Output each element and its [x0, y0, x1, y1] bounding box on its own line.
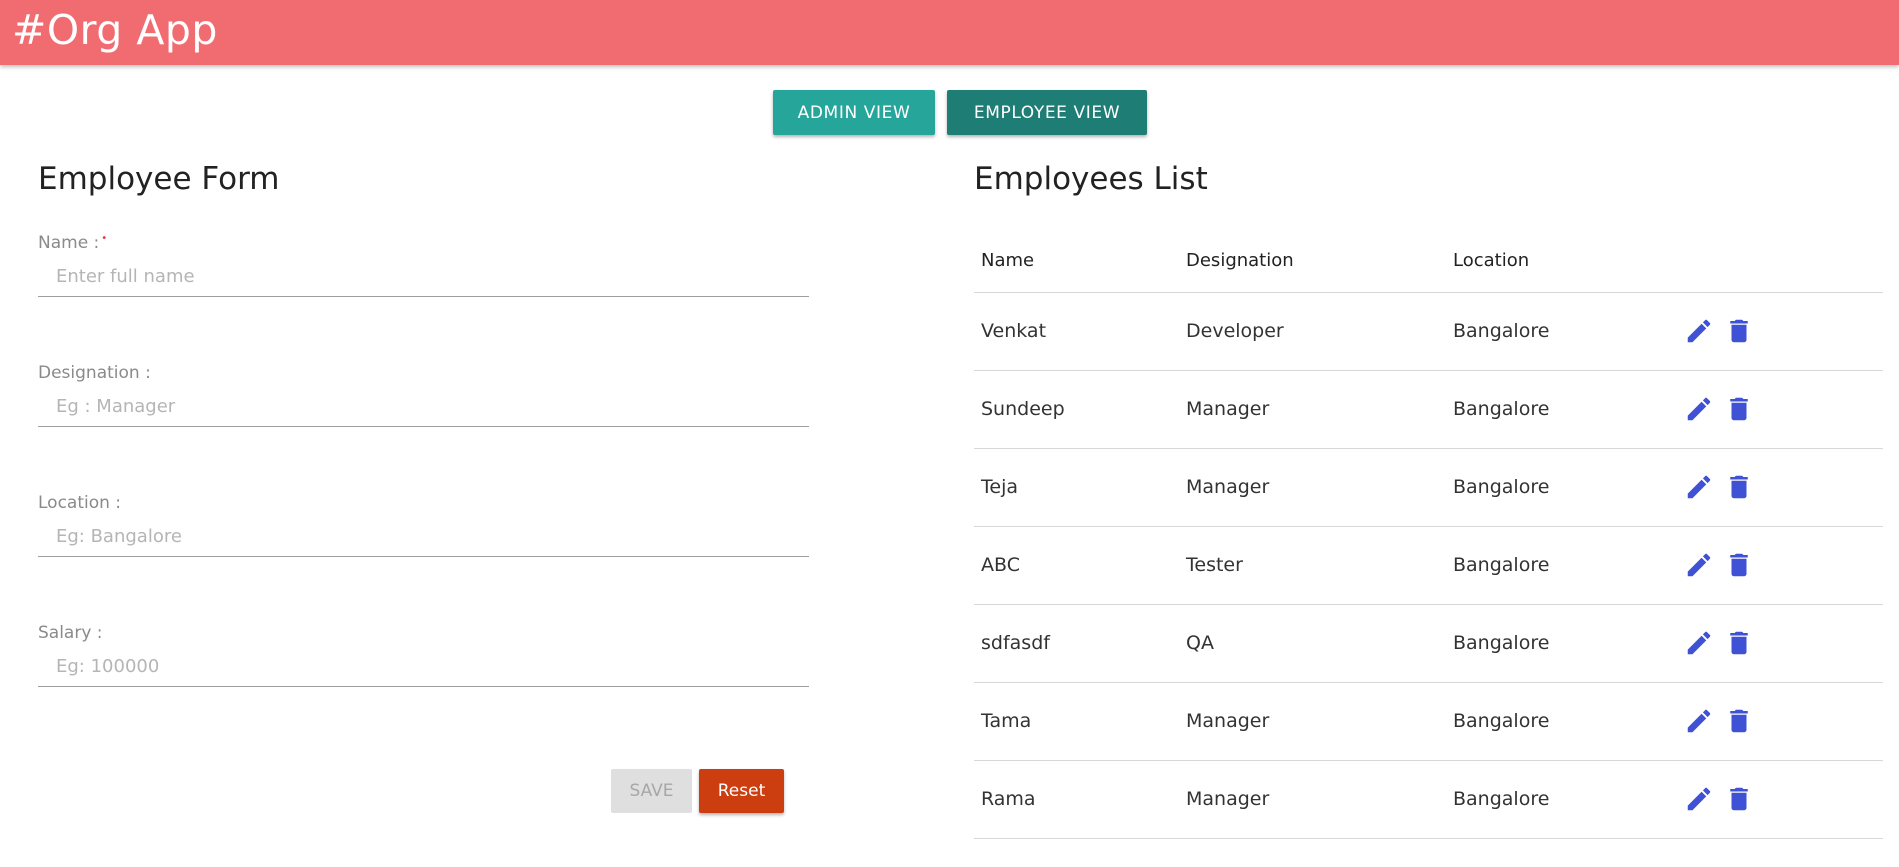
- cell-actions: [1684, 682, 1883, 761]
- delete-icon[interactable]: [1724, 472, 1754, 502]
- admin-view-button[interactable]: ADMIN VIEW: [773, 90, 935, 135]
- cell-name: Rama: [974, 760, 1179, 839]
- cell-designation: QA: [1179, 604, 1446, 683]
- delete-icon[interactable]: [1724, 784, 1754, 814]
- cell-actions: [1684, 604, 1883, 683]
- app-header: #Org App: [0, 0, 1899, 65]
- cell-name: Sundeep: [974, 370, 1179, 449]
- cell-designation: Developer: [1179, 292, 1446, 371]
- column-header-designation: Designation: [1179, 230, 1446, 293]
- cell-designation: Tester: [1179, 526, 1446, 605]
- delete-icon[interactable]: [1724, 706, 1754, 736]
- edit-icon[interactable]: [1684, 628, 1714, 658]
- designation-label: Designation :: [38, 363, 151, 383]
- delete-icon[interactable]: [1724, 316, 1754, 346]
- table-row: Teja Manager Bangalore: [974, 448, 1883, 527]
- employees-table-body: Venkat Developer Bangalore Sundeep Manager Ba…: [974, 292, 1883, 839]
- cell-name: Tama: [974, 682, 1179, 761]
- table-row: Sundeep Manager Bangalore: [974, 370, 1883, 449]
- cell-actions: [1684, 370, 1883, 449]
- required-marker: •: [101, 233, 108, 244]
- cell-location: Bangalore: [1446, 448, 1684, 527]
- name-field: Name : •: [38, 233, 809, 297]
- name-input[interactable]: [38, 257, 809, 297]
- salary-label: Salary :: [38, 623, 103, 643]
- view-toggle: ADMIN VIEW EMPLOYEE VIEW: [773, 90, 1147, 135]
- table-row: sdfasdf QA Bangalore: [974, 604, 1883, 683]
- employee-view-button[interactable]: EMPLOYEE VIEW: [947, 90, 1147, 135]
- table-row: Rama Manager Bangalore: [974, 760, 1883, 839]
- column-header-actions: [1684, 230, 1883, 293]
- edit-icon[interactable]: [1684, 550, 1714, 580]
- cell-location: Bangalore: [1446, 526, 1684, 605]
- cell-location: Bangalore: [1446, 292, 1684, 371]
- cell-designation: Manager: [1179, 448, 1446, 527]
- cell-location: Bangalore: [1446, 682, 1684, 761]
- edit-icon[interactable]: [1684, 706, 1714, 736]
- cell-location: Bangalore: [1446, 370, 1684, 449]
- cell-name: Venkat: [974, 292, 1179, 371]
- save-button[interactable]: SAVE: [611, 769, 692, 813]
- table-row: ABC Tester Bangalore: [974, 526, 1883, 605]
- table-header-row: Name Designation Location: [974, 230, 1883, 293]
- cell-designation: Manager: [1179, 682, 1446, 761]
- column-header-location: Location: [1446, 230, 1684, 293]
- form-title: Employee Form: [38, 161, 280, 197]
- employees-table: Name Designation Location Venkat Develope…: [974, 230, 1883, 839]
- location-input[interactable]: [38, 517, 809, 557]
- location-label: Location :: [38, 493, 122, 513]
- cell-designation: Manager: [1179, 370, 1446, 449]
- location-field: Location :: [38, 493, 809, 557]
- reset-button[interactable]: Reset: [699, 769, 784, 813]
- cell-actions: [1684, 526, 1883, 605]
- cell-location: Bangalore: [1446, 760, 1684, 839]
- cell-location: Bangalore: [1446, 604, 1684, 683]
- table-row: Venkat Developer Bangalore: [974, 292, 1883, 371]
- delete-icon[interactable]: [1724, 628, 1754, 658]
- delete-icon[interactable]: [1724, 550, 1754, 580]
- cell-name: ABC: [974, 526, 1179, 605]
- name-label: Name : •: [38, 233, 108, 253]
- salary-field: Salary :: [38, 623, 809, 687]
- edit-icon[interactable]: [1684, 784, 1714, 814]
- cell-actions: [1684, 760, 1883, 839]
- cell-designation: Manager: [1179, 760, 1446, 839]
- column-header-name: Name: [974, 230, 1179, 293]
- salary-input[interactable]: [38, 647, 809, 687]
- edit-icon[interactable]: [1684, 394, 1714, 424]
- cell-name: sdfasdf: [974, 604, 1179, 683]
- app-title: #Org App: [12, 6, 218, 54]
- cell-actions: [1684, 448, 1883, 527]
- designation-field: Designation :: [38, 363, 809, 427]
- delete-icon[interactable]: [1724, 394, 1754, 424]
- edit-icon[interactable]: [1684, 472, 1714, 502]
- table-row: Tama Manager Bangalore: [974, 682, 1883, 761]
- designation-input[interactable]: [38, 387, 809, 427]
- list-title: Employees List: [974, 161, 1208, 197]
- cell-actions: [1684, 292, 1883, 371]
- edit-icon[interactable]: [1684, 316, 1714, 346]
- cell-name: Teja: [974, 448, 1179, 527]
